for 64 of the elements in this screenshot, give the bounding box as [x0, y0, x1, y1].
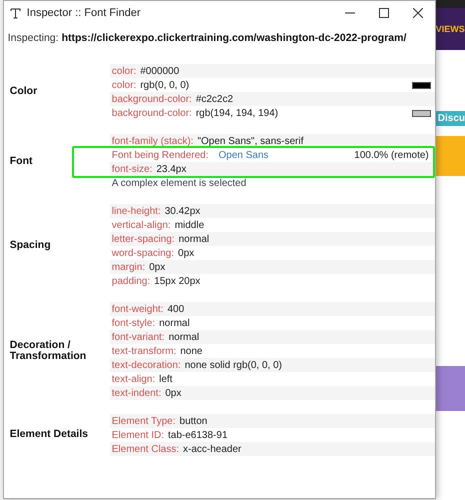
property-name: Element ID: [112, 430, 164, 440]
property-value: button [180, 416, 208, 426]
font-source: 100.0% (remote) [354, 150, 429, 160]
property-value: 23.4px [156, 164, 186, 174]
property-name: text-transform: [112, 346, 176, 356]
property-value: none [180, 346, 202, 356]
property-name: color: [112, 80, 136, 90]
property-value: 0px [178, 248, 194, 258]
property-name: Font being Rendered: [112, 150, 208, 160]
font-link[interactable]: Open Sans [218, 150, 269, 160]
property-value: rgb(0, 0, 0) [140, 80, 190, 90]
property-name: vertical-align: [112, 220, 171, 230]
property-name: font-style: [112, 318, 156, 328]
property-name: text-align: [112, 374, 156, 384]
property-value: normal [159, 318, 190, 328]
close-icon [412, 8, 423, 18]
property-value: 0px [165, 388, 182, 398]
status-message: A complex element is selected [112, 178, 246, 188]
page-section-band [436, 366, 465, 411]
property-value: normal [168, 332, 200, 342]
section-title: Element Details [8, 429, 89, 440]
section-title: Spacing [8, 240, 52, 252]
property-value: 15px 20px [154, 276, 200, 286]
property-name: background-color: [112, 94, 192, 104]
discuss-button[interactable]: Discu [436, 110, 465, 126]
property-value: 30.42px [164, 206, 200, 216]
maximize-icon [378, 8, 389, 18]
property-value: left [159, 374, 172, 384]
property-name: font-family (stack): [112, 136, 194, 146]
property-value: middle [174, 220, 204, 230]
property-name: text-indent: [112, 388, 162, 398]
property-name: word-spacing: [112, 248, 174, 258]
section-title: Color [8, 86, 38, 98]
property-value: tab-e6138-91 [168, 430, 228, 440]
property-name: Element Class: [112, 444, 180, 454]
banner-text: VIEWS [436, 24, 465, 34]
property-name: margin: [112, 262, 146, 272]
property-name: letter-spacing: [112, 234, 175, 244]
property-name: line-height: [112, 206, 161, 216]
property-name: font-variant: [112, 332, 165, 342]
property-value: #c2c2c2 [196, 94, 234, 104]
section-title: Font [8, 156, 34, 168]
property-name: background-color: [112, 108, 192, 118]
page-banner [436, 136, 465, 176]
property-name: font-weight: [112, 304, 164, 314]
property-value: #000000 [140, 66, 180, 76]
page-url: https://clickerexpo.clickertraining.com/washington-dc-2022-program/ [62, 32, 406, 44]
property-value: none solid rgb(0, 0, 0) [184, 360, 282, 370]
browser-toolbar [436, 0, 465, 8]
property-value: 400 [167, 304, 184, 314]
property-value: 0px [149, 262, 166, 272]
property-name: font-size: [112, 164, 152, 174]
inspecting-label: Inspecting: [8, 32, 59, 44]
property-name: padding: [112, 276, 150, 286]
section-title: Decoration / Transformation [8, 340, 88, 362]
property-name: text-decoration: [112, 360, 181, 370]
app-icon [10, 8, 21, 18]
property-value: x-acc-header [183, 444, 242, 454]
property-value: normal [178, 234, 210, 244]
property-name: color: [112, 66, 136, 76]
property-value: rgb(194, 194, 194) [196, 108, 278, 118]
property-value: "Open Sans", sans-serif [197, 136, 304, 146]
window-title: Inspector :: Font Finder [26, 7, 142, 19]
property-name: Element Type: [112, 416, 176, 426]
